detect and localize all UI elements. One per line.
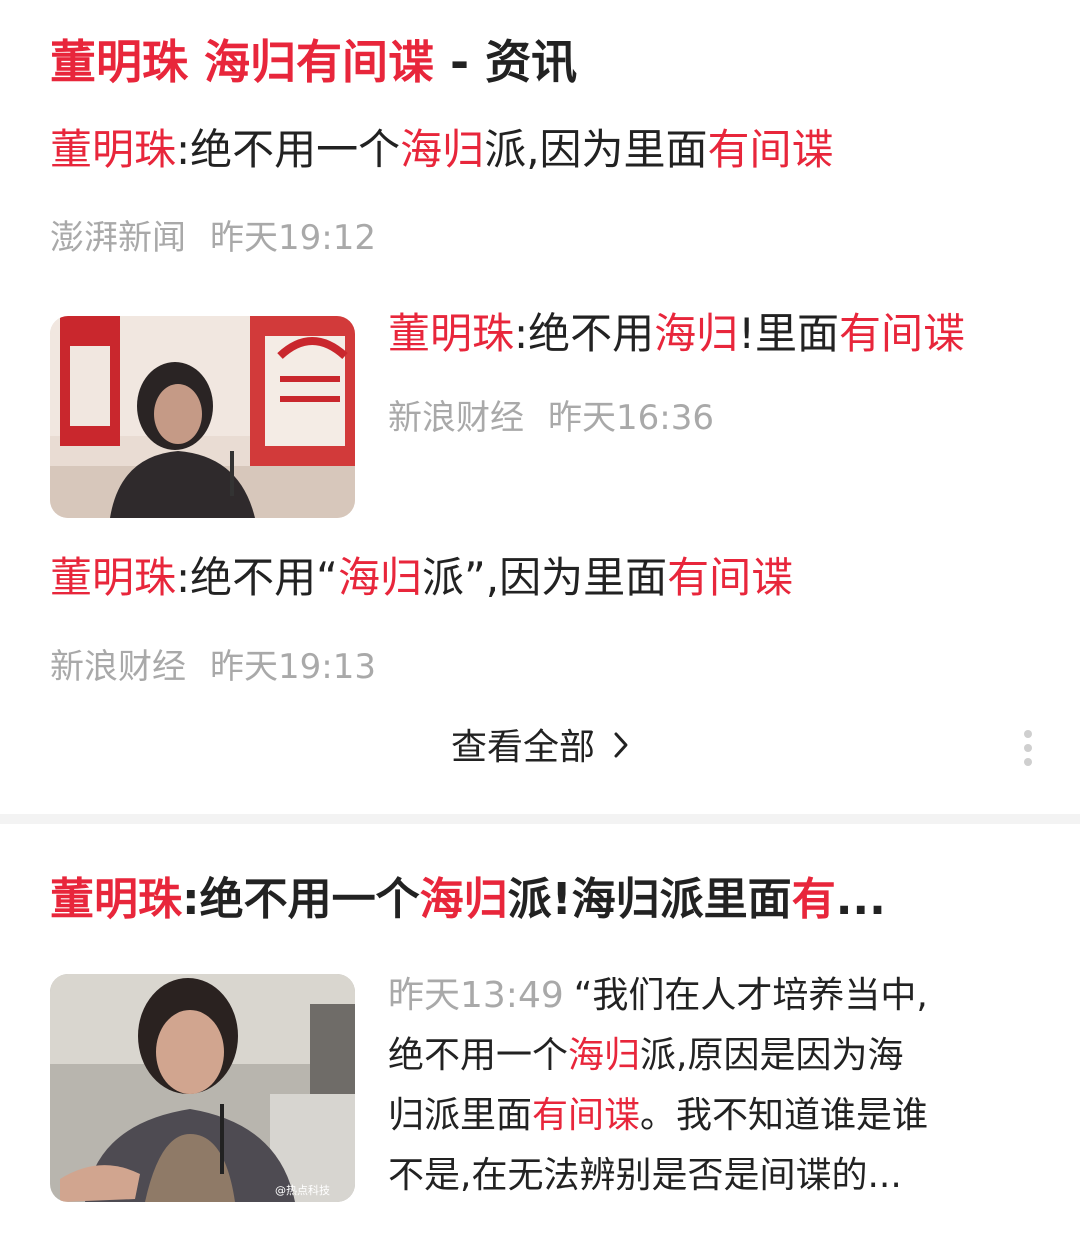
title-highlight: 海归 <box>419 874 508 925</box>
summary-text: “我们在人才培养当中, <box>573 975 928 1016</box>
summary-text: 归派里面 <box>388 1095 533 1136</box>
news-item-1-meta: 澎湃新闻 昨天19:12 <box>50 216 376 260</box>
news-item-2-meta: 新浪财经 昨天16:36 <box>388 396 714 440</box>
summary-line: 昨天13:49 “我们在人才培养当中, <box>388 966 1008 1026</box>
title-highlight: 董明珠 <box>50 125 177 174</box>
summary-highlight: 有间谍 <box>532 1095 641 1136</box>
news-source: 新浪财经 <box>50 647 186 687</box>
summary-line: 归派里面有间谍。我不知道谁是谁 <box>388 1086 1008 1146</box>
card-title[interactable]: 董明珠 海归有间谍 - 资讯 <box>50 30 577 94</box>
news-time: 昨天19:12 <box>210 218 376 258</box>
news-source: 澎湃新闻 <box>50 218 186 258</box>
title-keyword-name: 董明珠 <box>50 35 188 89</box>
summary-text: 派,原因是因为海 <box>640 1035 904 1076</box>
watermark: @热点科技 <box>275 1183 330 1197</box>
article-thumbnail[interactable]: @热点科技 <box>50 974 355 1202</box>
title-text: :绝不用 <box>514 309 655 358</box>
title-ellipsis: ... <box>835 874 886 925</box>
summary-text: 。我不知道谁是谁 <box>640 1095 929 1136</box>
section-divider <box>0 814 1080 824</box>
title-highlight: 有间谍 <box>839 309 966 358</box>
article-summary[interactable]: 昨天13:49 “我们在人才培养当中, 绝不用一个海归派,原因是因为海 归派里面有… <box>388 966 1008 1206</box>
news-time: 昨天16:36 <box>548 398 714 438</box>
title-suffix: - 资讯 <box>434 35 578 89</box>
title-highlight: 海归 <box>654 309 739 358</box>
title-highlight: 董明珠 <box>388 309 515 358</box>
chevron-right-icon <box>613 720 629 776</box>
news-item-2-title[interactable]: 董明珠:绝不用海归!里面有间谍 <box>388 306 965 362</box>
title-highlight: 董明珠 <box>50 874 182 925</box>
news-time: 昨天19:13 <box>210 647 376 687</box>
summary-line: 不是,在无法辨别是否是间谍的... <box>388 1146 1008 1206</box>
view-all-button[interactable]: 查看全部 <box>0 720 1080 776</box>
title-highlight: 有 <box>791 874 836 925</box>
view-all-label: 查看全部 <box>450 727 595 768</box>
article-title[interactable]: 董明珠:绝不用一个海归派!海归派里面有... <box>50 868 886 932</box>
title-keyword-topic: 海归有间谍 <box>204 35 435 89</box>
title-highlight: 海归 <box>337 553 422 602</box>
title-highlight: 董明珠 <box>50 553 177 602</box>
news-item-3-title[interactable]: 董明珠:绝不用“海归派”,因为里面有间谍 <box>50 550 793 606</box>
summary-text: 不是,在无法辨别是否是间谍的... <box>388 1155 902 1196</box>
title-text: :绝不用一个 <box>176 125 401 174</box>
title-highlight: 有间谍 <box>707 125 834 174</box>
summary-highlight: 海归 <box>568 1035 641 1076</box>
news-item-1-title[interactable]: 董明珠:绝不用一个海归派,因为里面有间谍 <box>50 122 834 178</box>
news-item-2-thumbnail[interactable] <box>50 316 355 518</box>
more-options-icon[interactable] <box>1018 730 1038 770</box>
title-text: 派!海归派里面 <box>507 874 792 925</box>
thumbnail-image: @热点科技 <box>50 974 355 1202</box>
news-source: 新浪财经 <box>388 398 524 438</box>
news-item-3-meta: 新浪财经 昨天19:13 <box>50 645 376 689</box>
summary-line: 绝不用一个海归派,原因是因为海 <box>388 1026 1008 1086</box>
article-time: 昨天13:49 <box>388 975 564 1016</box>
title-text: !里面 <box>738 309 840 358</box>
thumbnail-image <box>50 316 355 518</box>
title-highlight: 海归 <box>400 125 485 174</box>
title-text: :绝不用一个 <box>182 874 420 925</box>
summary-text: 绝不用一个 <box>388 1035 569 1076</box>
title-text: 派”,因为里面 <box>421 553 668 602</box>
title-highlight: 有间谍 <box>667 553 794 602</box>
title-text: :绝不用“ <box>176 553 338 602</box>
title-text: 派,因为里面 <box>484 125 708 174</box>
